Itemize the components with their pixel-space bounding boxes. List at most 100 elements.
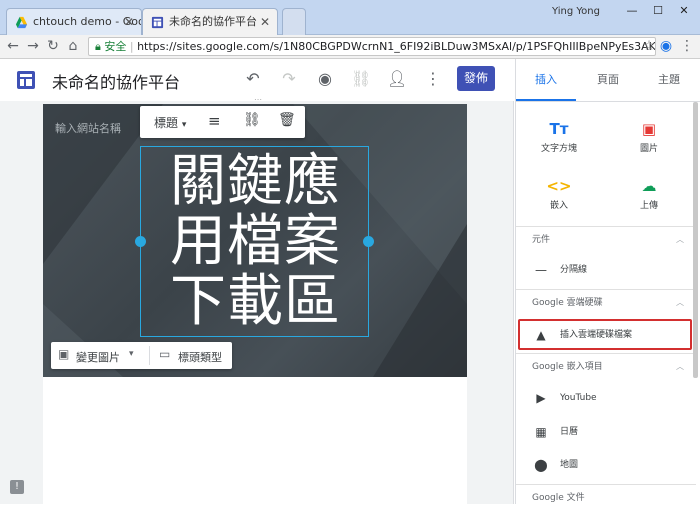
image-icon: ▣ — [58, 347, 70, 361]
delete-icon[interactable]: 🗑︎ — [278, 112, 296, 128]
insert-image[interactable]: ▣ 圖片 — [609, 117, 689, 154]
tab-insert[interactable]: 插入 — [516, 59, 576, 101]
title-line: 用檔案 — [170, 209, 341, 274]
align-center-icon[interactable]: ≡ — [208, 112, 221, 130]
divider-icon: — — [535, 263, 547, 277]
browser-tab-sites[interactable]: 未命名的協作平台 ✕ — [142, 8, 278, 36]
lock-icon: 🔒︎ — [95, 40, 105, 53]
insert-calendar[interactable]: ▦ 日曆 — [516, 417, 696, 447]
section-google-drive[interactable]: Google 雲端硬碟 ︿ — [516, 289, 696, 315]
dropdown-arrow-icon: ▾ — [181, 120, 187, 130]
link-icon[interactable]: ⛓ — [351, 69, 371, 89]
header-type-icon: ▭ — [159, 347, 171, 361]
dropdown-arrow-icon[interactable]: ▾ — [129, 349, 134, 359]
title-line: 關鍵應 — [170, 149, 341, 214]
section-google-embeds[interactable]: Google 嵌入項目 ︿ — [516, 353, 696, 379]
tab-themes[interactable]: 主題 — [639, 59, 699, 101]
browser-tab-strip: chtouch demo - Google ✕ 未命名的協作平台 ✕ Ying … — [0, 0, 700, 36]
insert-upload[interactable]: ☁ 上傳 — [609, 174, 689, 211]
tab-pages[interactable]: 頁面 — [578, 59, 638, 101]
chrome-profile-name[interactable]: Ying Yong — [552, 6, 600, 17]
youtube-icon: ▶ — [536, 391, 546, 405]
preview-eye-icon[interactable]: ◉ — [315, 69, 335, 89]
insert-panel: 插入 頁面 主題 Tт 文字方塊 ▣ 圖片 <> 嵌入 ☁ 上傳 元件 ︿ — … — [515, 59, 700, 504]
item-label: 日曆 — [560, 427, 579, 437]
feedback-icon[interactable]: ! — [10, 480, 24, 494]
browser-tab-chtouch[interactable]: chtouch demo - Google ✕ — [6, 8, 142, 36]
style-dropdown[interactable]: 標題 ▾ — [154, 114, 186, 131]
grid-item-label: 上傳 — [639, 201, 658, 211]
highlight-frame — [518, 319, 692, 350]
browser-toolbar: ← → ↻ ⌂ 🔒︎ 安全 | https://sites.google.com… — [0, 35, 700, 59]
banner-title[interactable]: 關鍵應 用檔案 下載區 — [141, 152, 370, 332]
calendar-icon: ▦ — [535, 425, 547, 439]
change-image-button[interactable]: 變更圖片 — [76, 349, 120, 365]
star-icon[interactable]: ☆ — [640, 37, 658, 55]
collapse-chevron-icon[interactable]: ︿ — [676, 354, 684, 380]
site-title[interactable]: 未命名的協作平台 — [52, 69, 180, 93]
google-drive-icon — [15, 16, 28, 29]
section-components[interactable]: 元件 ︿ — [516, 226, 696, 252]
google-sites-icon — [151, 16, 164, 29]
section-title: 元件 — [532, 235, 551, 245]
publish-button[interactable]: 發佈 — [457, 66, 495, 91]
minimize-icon[interactable]: — — [620, 3, 644, 19]
section-title: Google 雲端硬碟 — [532, 298, 603, 308]
resize-handle-left[interactable] — [135, 236, 146, 247]
sites-logo-icon[interactable] — [16, 70, 36, 90]
section-google-docs[interactable]: Google 文件 — [516, 484, 696, 504]
redo-icon[interactable]: ↷ — [279, 69, 299, 89]
new-tab-button[interactable] — [282, 8, 306, 36]
home-icon[interactable]: ⌂ — [64, 37, 82, 55]
reload-icon[interactable]: ↻ — [44, 37, 62, 55]
item-label: 地圖 — [560, 460, 579, 470]
extension-icon[interactable]: ◉ — [657, 37, 675, 55]
close-window-icon[interactable]: ✕ — [672, 3, 696, 19]
insert-link-icon[interactable]: ⛓ — [243, 112, 261, 128]
toolbar-divider — [149, 346, 150, 365]
embed-code-icon: <> — [546, 177, 572, 195]
text-format-toolbar: 標題 ▾ ≡ ⛓ 🗑︎ ⋯ — [140, 95, 305, 138]
upload-cloud-icon: ☁ — [641, 177, 657, 195]
undo-icon[interactable]: ↶ — [243, 69, 263, 89]
page-body[interactable] — [43, 377, 467, 504]
close-tab-icon[interactable]: ✕ — [124, 9, 134, 35]
insert-map[interactable]: ⬤ 地圖 — [516, 450, 696, 480]
browser-tab-title: 未命名的協作平台 — [169, 15, 257, 28]
collapse-chevron-icon[interactable]: ︿ — [676, 290, 684, 316]
grid-item-label: 圖片 — [639, 144, 658, 154]
close-tab-icon[interactable]: ✕ — [260, 9, 270, 35]
text-box-icon: Tт — [549, 120, 569, 138]
chrome-menu-icon[interactable]: ⋮ — [678, 37, 696, 55]
header-type-button[interactable]: 標頭類型 — [178, 349, 222, 365]
grid-item-label: 嵌入 — [549, 201, 568, 211]
insert-youtube[interactable]: ▶ YouTube — [516, 383, 696, 413]
insert-divider[interactable]: — 分隔線 — [516, 255, 696, 285]
forward-icon[interactable]: → — [24, 37, 42, 55]
collapse-chevron-icon[interactable]: ︿ — [676, 227, 684, 253]
add-person-icon[interactable]: 👤︎ — [387, 69, 407, 89]
section-title: Google 文件 — [532, 493, 585, 503]
insert-embed[interactable]: <> 嵌入 — [519, 174, 599, 211]
drag-handle-icon[interactable]: ⋯ — [254, 95, 262, 104]
panel-scrollbar[interactable] — [693, 102, 698, 378]
maximize-icon[interactable]: ☐ — [646, 3, 670, 19]
image-icon: ▣ — [641, 120, 657, 138]
site-name-input[interactable]: 輸入網站名稱 — [55, 120, 121, 136]
secure-label: 安全 — [104, 40, 127, 53]
title-line: 下載區 — [170, 269, 341, 334]
map-pin-icon: ⬤ — [534, 458, 548, 472]
title-text-box[interactable]: 關鍵應 用檔案 下載區 — [140, 146, 369, 337]
resize-handle-right[interactable] — [363, 236, 374, 247]
section-title: Google 嵌入項目 — [532, 362, 603, 372]
style-dropdown-label: 標題 — [154, 116, 179, 130]
item-label: YouTube — [560, 393, 597, 403]
more-vert-icon[interactable]: ⋮ — [423, 69, 443, 89]
url-text: https://sites.google.com/s/1N80CBGPDWcrn… — [137, 40, 656, 53]
image-toolbar: ▣ 變更圖片 ▾ ▭ 標頭類型 — [51, 342, 232, 369]
item-label: 分隔線 — [560, 265, 588, 275]
insert-text-box[interactable]: Tт 文字方塊 — [519, 117, 599, 154]
back-icon[interactable]: ← — [4, 37, 22, 55]
panel-tab-divider — [516, 101, 700, 102]
address-bar[interactable]: 🔒︎ 安全 | https://sites.google.com/s/1N80C… — [88, 37, 656, 56]
